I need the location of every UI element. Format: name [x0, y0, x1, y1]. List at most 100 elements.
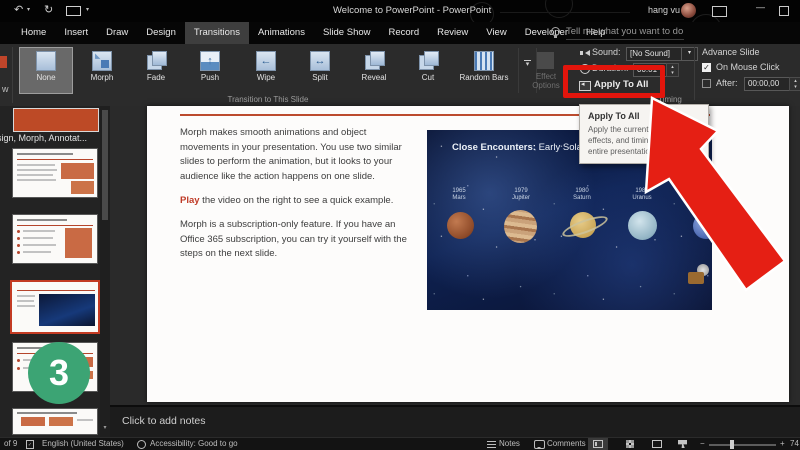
notes-placeholder[interactable]: Click to add notes — [122, 415, 205, 427]
normal-view-icon — [593, 440, 603, 448]
avatar[interactable] — [681, 3, 696, 18]
accessibility-icon — [137, 440, 146, 449]
undo-dropdown-icon[interactable]: ▾ — [27, 6, 30, 13]
ribbon-separator — [12, 47, 13, 103]
redo-icon[interactable]: ↻ — [44, 3, 53, 17]
circuit-decoration — [545, 0, 573, 18]
tell-me-lightbulb-icon — [551, 27, 560, 36]
tab-animations[interactable]: Animations — [249, 22, 314, 44]
planet-label-uranus: 1986Uranus — [625, 188, 659, 202]
transition-fade-icon — [146, 51, 166, 71]
after-spinner[interactable]: ▴ ▾ — [789, 77, 800, 91]
effect-options-button[interactable]: Effect Options — [524, 48, 568, 100]
after-input[interactable]: 00:00,00 — [744, 77, 794, 91]
planet-uranus — [628, 211, 657, 240]
duration-spinner[interactable]: ▴ ▾ — [666, 63, 679, 77]
accessibility-status[interactable]: Accessibility: Good to go — [150, 438, 238, 450]
thumbnail-scrollbar[interactable]: ▾ — [100, 106, 110, 437]
transition-none[interactable]: None — [20, 48, 72, 93]
slide-thumbnail-current[interactable] — [10, 280, 100, 334]
tab-home[interactable]: Home — [12, 22, 55, 44]
sound-select[interactable]: [No Sound] — [626, 47, 686, 61]
tab-slide-show[interactable]: Slide Show — [314, 22, 380, 44]
title-bar: ↶ ▾ ↻ ▾ Welcome to PowerPoint - PowerPoi… — [0, 0, 800, 22]
preview-button-fragment[interactable]: w — [0, 44, 12, 105]
transition-wipe[interactable]: Wipe — [240, 48, 292, 93]
ribbon-display-options-icon[interactable] — [712, 6, 727, 17]
on-mouse-click-checkbox[interactable]: ✓ — [702, 63, 711, 72]
scrollbar-thumb[interactable] — [102, 110, 108, 220]
notes-pane[interactable]: Click to add notes — [110, 405, 800, 439]
after-label: After: — [716, 78, 738, 88]
zoom-slider-handle[interactable] — [730, 440, 734, 449]
notes-toggle-icon — [487, 441, 496, 448]
transition-morph[interactable]: Morph — [76, 48, 128, 93]
transition-random-bars[interactable]: Random Bars — [452, 48, 516, 93]
minimize-button[interactable]: — — [756, 2, 765, 12]
slide-thumbnail-panel: sign, Morph, Annotat... — [0, 106, 110, 437]
slide-paragraph-1[interactable]: Morph makes smooth animations and object… — [180, 126, 412, 184]
tab-transitions[interactable]: Transitions — [185, 22, 249, 44]
reading-view-icon[interactable] — [652, 440, 662, 448]
view-normal-button[interactable] — [588, 438, 608, 450]
transition-split-icon — [310, 51, 330, 71]
tooltip-line-3: entire presentation — [588, 146, 654, 157]
restore-button[interactable] — [779, 6, 789, 16]
group-separator — [694, 47, 695, 100]
planet-jupiter — [504, 210, 537, 243]
planet-label-jupiter: 1979Jupiter — [503, 188, 539, 202]
ribbon-tabs: Home Insert Draw Design Transitions Anim… — [12, 22, 615, 44]
sound-label: Sound: — [592, 47, 621, 57]
start-slideshow-icon[interactable] — [66, 6, 81, 16]
scroll-down-icon[interactable]: ▾ — [100, 424, 110, 431]
sound-icon — [582, 50, 590, 56]
tell-me-input[interactable]: Tell me what you want to do — [566, 26, 684, 40]
tab-view[interactable]: View — [477, 22, 515, 44]
transition-fade[interactable]: Fade — [130, 48, 182, 93]
spinner-down-icon[interactable]: ▾ — [667, 70, 678, 76]
transition-cut[interactable]: Cut — [402, 48, 454, 93]
proofing-icon[interactable]: ✓ — [26, 440, 34, 449]
status-bar: of 9 ✓ English (United States) Accessibi… — [0, 437, 800, 450]
tab-record[interactable]: Record — [380, 22, 429, 44]
zoom-level[interactable]: 74 — [790, 438, 799, 450]
transition-morph-icon — [92, 51, 112, 71]
tab-review[interactable]: Review — [428, 22, 477, 44]
language-indicator[interactable]: English (United States) — [42, 438, 124, 450]
spinner-down-icon[interactable]: ▾ — [790, 84, 800, 90]
slide-paragraph-3[interactable]: Morph is a subscription-only feature. If… — [180, 218, 420, 262]
slide-paragraph-2[interactable]: Play the video on the right to see a qui… — [180, 194, 420, 209]
planet-neptune — [693, 213, 712, 239]
spacecraft-body — [688, 272, 704, 284]
annotation-highlight-box — [563, 65, 665, 98]
transition-push[interactable]: Push — [184, 48, 236, 93]
planet-label-saturn: 1980Saturn — [566, 188, 598, 202]
after-checkbox[interactable] — [702, 79, 711, 88]
comments-toggle[interactable]: Comments — [547, 438, 586, 450]
notes-toggle[interactable]: Notes — [499, 438, 520, 450]
tab-insert[interactable]: Insert — [55, 22, 97, 44]
zoom-slider-track[interactable] — [709, 444, 776, 446]
quick-access-dropdown-icon[interactable]: ▾ — [86, 6, 89, 13]
transition-split[interactable]: Split — [294, 48, 346, 93]
step-number-badge: 3 — [28, 342, 90, 404]
tab-design[interactable]: Design — [137, 22, 185, 44]
zoom-out-button[interactable]: − — [700, 438, 705, 450]
slide-thumbnail[interactable] — [12, 214, 98, 264]
section-header[interactable]: sign, Morph, Annotat... — [0, 133, 87, 143]
thumbnail-partial-top[interactable] — [13, 108, 99, 132]
undo-icon[interactable]: ↶ — [14, 3, 23, 17]
slide-thumbnail-partial[interactable] — [12, 408, 98, 435]
slide-thumbnail[interactable] — [12, 148, 98, 198]
slideshow-view-icon[interactable] — [678, 440, 687, 448]
transition-reveal[interactable]: Reveal — [348, 48, 400, 93]
slide-number-indicator: of 9 — [4, 438, 17, 450]
planet-mars — [447, 212, 474, 239]
sound-dropdown-icon[interactable]: ▾ — [681, 47, 698, 61]
account-name[interactable]: hang vu — [648, 5, 680, 15]
transition-wipe-icon — [256, 51, 276, 71]
zoom-in-button[interactable]: + — [780, 438, 785, 450]
tab-draw[interactable]: Draw — [97, 22, 137, 44]
slide-sorter-view-icon[interactable] — [626, 440, 634, 448]
transition-cut-icon — [418, 51, 438, 71]
